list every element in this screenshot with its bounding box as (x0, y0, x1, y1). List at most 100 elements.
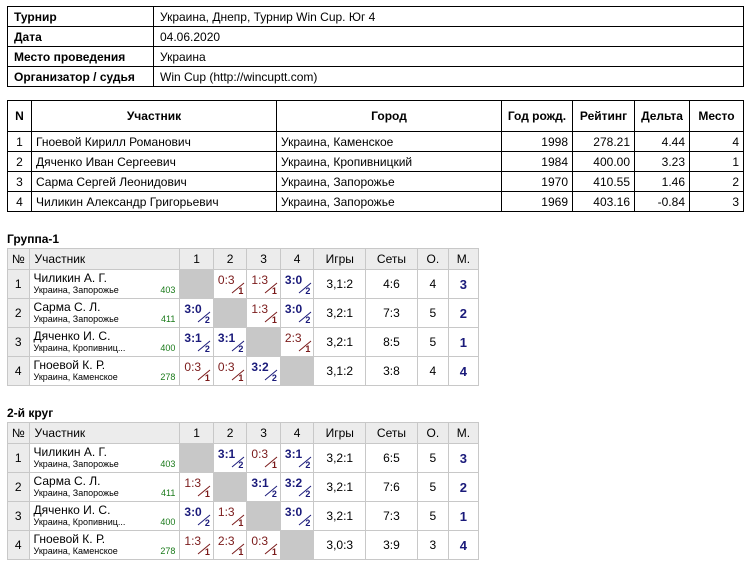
player-city: Украина, Запорожье (33, 285, 119, 295)
col-header-opp-2: 2 (212, 248, 248, 270)
participant-n: 3 (7, 171, 32, 192)
player-cell: Дяченко И. С. Украина, Кропивниц... 400 (28, 327, 181, 357)
participant-place: 3 (689, 191, 744, 212)
group-row: 3 Дяченко И. С. Украина, Кропивниц... 400 3:… (7, 327, 480, 357)
match-points: 2 (204, 315, 210, 325)
self-match-cell (246, 501, 281, 531)
match-points: 2 (204, 344, 210, 354)
points-value: 3 (416, 530, 449, 560)
self-match-cell (179, 269, 214, 299)
match-points: 2 (305, 286, 311, 296)
place-value: 2 (447, 472, 480, 502)
games-value: 3,1:2 (313, 269, 367, 299)
games-value: 3,2:1 (313, 298, 367, 328)
match-points: 1 (271, 315, 277, 325)
participant-birth-year: 1984 (501, 151, 573, 172)
sets-value: 4:6 (365, 269, 418, 299)
place-value: 3 (447, 269, 480, 299)
match-result-cell: 3:2 2 (246, 356, 281, 386)
match-result-cell: 1:3 1 (179, 472, 214, 502)
match-points: 1 (204, 489, 210, 499)
row-number: 2 (7, 472, 30, 502)
player-city: Украина, Запорожье (33, 488, 119, 498)
info-label: Место проведения (7, 46, 154, 67)
points-value: 4 (416, 269, 449, 299)
group-header-row: № Участник 1 2 3 4 Игры Сеты О. М. (7, 248, 480, 270)
match-result-cell: 3:1 2 (212, 327, 248, 357)
match-points: 1 (238, 518, 244, 528)
group-row: 1 Чиликин А. Г. Украина, Запорожье 403 3:1 2 0… (7, 443, 480, 473)
match-points: 2 (238, 344, 244, 354)
place-value: 3 (447, 443, 480, 473)
participants-header-row: N Участник Город Год рожд. Рейтинг Дельт… (7, 100, 744, 132)
match-result-cell: 3:0 2 (279, 269, 315, 299)
group-table-body: 1 Чиликин А. Г. Украина, Запорожье 403 3:1 2 0… (7, 443, 480, 560)
player-city: Украина, Каменское (33, 546, 118, 556)
match-points: 1 (238, 286, 244, 296)
player-city: Украина, Запорожье (33, 314, 119, 324)
player-cell: Гноевой К. Р. Украина, Каменское 278 (28, 356, 181, 386)
row-number: 1 (7, 269, 30, 299)
participant-name: Дяченко Иван Сергеевич (31, 151, 277, 172)
participant-delta: 3.23 (634, 151, 690, 172)
points-value: 5 (416, 298, 449, 328)
col-header-points: О. (416, 422, 449, 444)
participant-city: Украина, Каменское (276, 131, 502, 152)
group-table: № Участник 1 2 3 4 Игры Сеты О. М. 1 Чиликин А. Г. У… (7, 248, 480, 386)
place-value: 1 (447, 327, 480, 357)
col-header-n: N (7, 100, 32, 132)
participant-delta: 1.46 (634, 171, 690, 192)
self-match-cell (212, 472, 248, 502)
row-number: 3 (7, 327, 30, 357)
match-points: 2 (305, 315, 311, 325)
match-points: 2 (204, 518, 210, 528)
games-value: 3,0:3 (313, 530, 367, 560)
col-header-rating: Рейтинг (572, 100, 635, 132)
info-row-date: Дата 04.06.2020 (7, 26, 744, 47)
player-city: Украина, Кропивниц... (33, 517, 126, 527)
participant-row: 3 Сарма Сергей Леонидович Украина, Запорож… (7, 171, 744, 192)
player-cell: Сарма С. Л. Украина, Запорожье 411 (28, 298, 181, 328)
match-result-cell: 3:2 2 (279, 472, 315, 502)
match-result-cell: 3:0 2 (279, 501, 315, 531)
participant-rating: 278.21 (572, 131, 635, 152)
info-row-organizer: Организатор / судья Win Cup (http://winc… (7, 66, 744, 87)
group-row: 2 Сарма С. Л. Украина, Запорожье 411 1:3 1 3:1… (7, 472, 480, 502)
participant-place: 1 (689, 151, 744, 172)
tournament-info-table: Турнир Украина, Днепр, Турнир Win Cup. Ю… (7, 6, 744, 87)
self-match-cell (279, 530, 315, 560)
participant-rating: 400.00 (572, 151, 635, 172)
participant-delta: -0.84 (634, 191, 690, 212)
match-result-cell: 1:3 1 (212, 501, 248, 531)
participant-n: 1 (7, 131, 32, 152)
info-label: Дата (7, 26, 154, 47)
match-points: 1 (204, 547, 210, 557)
match-result-cell: 3:1 2 (212, 443, 248, 473)
participant-city: Украина, Кропивницкий (276, 151, 502, 172)
player-rating: 411 (161, 488, 176, 498)
group-table-body: 1 Чиликин А. Г. Украина, Запорожье 403 0:3 1 1… (7, 269, 480, 386)
col-header-place: М. (447, 422, 480, 444)
player-name: Чиликин А. Г. (33, 271, 107, 285)
match-points: 1 (305, 344, 311, 354)
info-row-tournament: Турнир Украина, Днепр, Турнир Win Cup. Ю… (7, 6, 744, 27)
group-table: № Участник 1 2 3 4 Игры Сеты О. М. 1 Чиликин А. Г. У… (7, 422, 480, 560)
player-rating: 403 (160, 459, 176, 469)
player-name: Сарма С. Л. (33, 474, 101, 488)
group-header-row: № Участник 1 2 3 4 Игры Сеты О. М. (7, 422, 480, 444)
player-rating: 278 (160, 546, 176, 556)
col-header-games: Игры (313, 248, 367, 270)
info-value: Украина (153, 46, 744, 67)
match-result-cell: 0:3 1 (246, 530, 281, 560)
place-value: 1 (447, 501, 480, 531)
match-result-cell: 3:0 2 (279, 298, 315, 328)
match-points: 1 (238, 373, 244, 383)
info-label: Организатор / судья (7, 66, 154, 87)
col-header-opp-1: 1 (179, 422, 214, 444)
points-value: 5 (416, 472, 449, 502)
col-header-delta: Дельта (634, 100, 690, 132)
match-points: 1 (204, 373, 210, 383)
col-header-city: Город (276, 100, 502, 132)
games-value: 3,2:1 (313, 327, 367, 357)
player-rating: 411 (161, 314, 176, 324)
